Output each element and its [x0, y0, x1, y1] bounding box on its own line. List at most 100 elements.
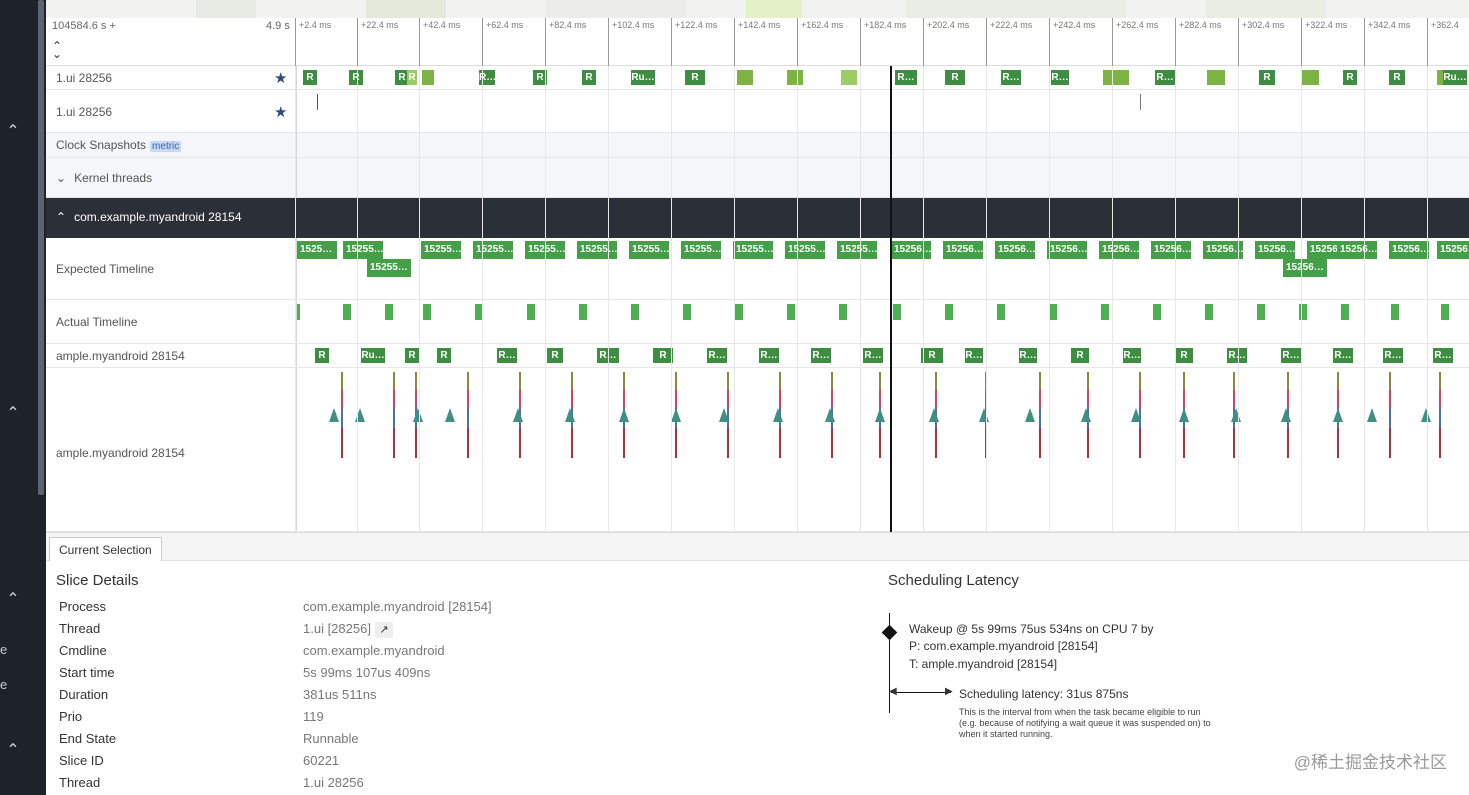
wakeup-arrow-icon[interactable]	[719, 408, 729, 422]
sched-state-mark[interactable]	[1337, 390, 1339, 408]
frame-slice[interactable]: 15256…	[995, 241, 1035, 259]
frame-slice[interactable]: 15256…	[943, 241, 983, 259]
group-kernel-threads[interactable]: ⌄ Kernel threads	[46, 158, 1469, 198]
sched-state-mark[interactable]	[1039, 372, 1041, 392]
sched-state-mark[interactable]	[1233, 428, 1235, 458]
sched-state-mark[interactable]	[935, 390, 937, 408]
sched-state-mark[interactable]	[1337, 372, 1339, 392]
sched-state-mark[interactable]	[1183, 372, 1185, 392]
sched-state-mark[interactable]	[393, 390, 395, 408]
frame-slice[interactable]: 15255…	[421, 241, 461, 259]
wakeup-thread[interactable]: T: ample.myandroid [28154]	[909, 657, 1057, 671]
sched-state-mark[interactable]	[467, 372, 469, 392]
frame-slice[interactable]: 15255…	[785, 241, 825, 259]
sched-state-mark[interactable]	[623, 390, 625, 408]
thread-slice[interactable]: R	[653, 348, 673, 363]
sched-state-mark[interactable]	[779, 390, 781, 408]
sched-state-mark[interactable]	[1039, 390, 1041, 408]
wakeup-process[interactable]: P: com.example.myandroid [28154]	[909, 639, 1098, 653]
thread-slice[interactable]: R…	[1155, 70, 1175, 85]
actual-frame-block[interactable]	[787, 304, 795, 320]
thread-slice[interactable]: R	[407, 70, 417, 85]
sched-state-mark[interactable]	[1337, 428, 1339, 458]
frame-slice[interactable]: 15256…	[1255, 241, 1295, 259]
sched-state-mark[interactable]	[1389, 390, 1391, 408]
sched-state-mark[interactable]	[831, 372, 833, 392]
sched-state-mark[interactable]	[727, 390, 729, 408]
track-ui-thread-state[interactable]: 1.ui 28256 ★	[46, 90, 1469, 133]
thread-slice[interactable]: R…	[759, 348, 779, 363]
collapse-all-icon[interactable]: ⌃ ⌄	[52, 40, 62, 60]
wakeup-arrow-icon[interactable]	[979, 408, 989, 422]
frame-slice[interactable]: 15256…	[1099, 241, 1139, 259]
chevron-up-icon[interactable]: ⌃	[56, 210, 66, 224]
thread-slice[interactable]: R	[921, 348, 943, 363]
wakeup-arrow-icon[interactable]	[671, 408, 681, 422]
actual-frame-block[interactable]	[1101, 304, 1109, 320]
sched-state-mark[interactable]	[1183, 428, 1185, 458]
wakeup-arrow-icon[interactable]	[825, 408, 835, 422]
thread-slice[interactable]: R	[533, 70, 547, 85]
actual-frame-block[interactable]	[945, 304, 953, 320]
actual-frame-block[interactable]	[1441, 304, 1449, 320]
thread-slice[interactable]: R	[547, 348, 563, 363]
thread-slice[interactable]: R	[349, 70, 363, 85]
chevron-up-icon[interactable]: ⌃	[5, 743, 21, 759]
actual-frame-block[interactable]	[839, 304, 847, 320]
detail-value[interactable]: 1.ui [28256] ↗	[303, 621, 393, 638]
sched-state-mark[interactable]	[727, 372, 729, 392]
thread-slice[interactable]: R	[945, 70, 965, 85]
track-expected-timeline[interactable]: Expected Timeline 1525… 15255… 15255… 15255…	[46, 238, 1469, 300]
wakeup-arrow-icon[interactable]	[355, 408, 365, 422]
sched-state-mark[interactable]	[415, 372, 417, 392]
actual-frame-block[interactable]	[997, 304, 1005, 320]
sched-state-mark[interactable]	[623, 372, 625, 392]
actual-frame-block[interactable]	[735, 304, 743, 320]
sched-state-mark[interactable]	[985, 372, 987, 392]
actual-frame-block[interactable]	[297, 304, 300, 320]
thread-slice[interactable]	[422, 70, 434, 85]
sched-state-mark[interactable]	[675, 428, 677, 458]
thread-slice[interactable]: R…	[1019, 348, 1037, 363]
sched-state-mark[interactable]	[1183, 390, 1185, 408]
sched-state-mark[interactable]	[519, 372, 521, 392]
thread-slice[interactable]: Ru…	[631, 70, 655, 85]
sched-state-mark[interactable]	[1439, 408, 1441, 428]
sched-state-mark[interactable]	[415, 390, 417, 408]
wakeup-arrow-icon[interactable]	[1081, 408, 1091, 422]
sched-state-mark[interactable]	[1287, 390, 1289, 408]
timeline-overview[interactable]	[46, 0, 1469, 18]
thread-slice[interactable]	[1207, 70, 1225, 85]
thread-slice[interactable]: R	[1071, 348, 1089, 363]
frame-slice[interactable]: 15255…	[473, 241, 513, 259]
frame-slice[interactable]: 15256…	[1283, 259, 1327, 277]
frame-slice[interactable]: 15255…	[733, 241, 773, 259]
sched-state-mark[interactable]	[831, 428, 833, 458]
frame-slice[interactable]: 15256…	[1337, 241, 1377, 259]
chevron-up-icon[interactable]: ⌃	[5, 406, 21, 422]
sched-state-mark[interactable]	[1439, 390, 1441, 408]
thread-slice[interactable]: R	[315, 348, 329, 363]
actual-frame-block[interactable]	[1341, 304, 1349, 320]
sched-state-mark[interactable]	[1287, 428, 1289, 458]
track-actual-timeline[interactable]: Actual Timeline	[46, 300, 1469, 344]
sched-state-mark[interactable]	[935, 372, 937, 392]
frame-slice[interactable]: 15255…	[525, 241, 565, 259]
wakeup-arrow-icon[interactable]	[773, 408, 783, 422]
pin-star-icon[interactable]: ★	[274, 69, 287, 87]
frame-slice[interactable]: 15256…	[1151, 241, 1191, 259]
sched-state-mark[interactable]	[1389, 428, 1391, 458]
thread-slice[interactable]: R	[405, 348, 419, 363]
sched-state-mark[interactable]	[879, 428, 881, 458]
sched-state-mark[interactable]	[571, 372, 573, 392]
frame-slice[interactable]: 15256…	[1047, 241, 1087, 259]
thread-slice[interactable]: Ru…	[1443, 70, 1467, 85]
sched-state-mark[interactable]	[1389, 372, 1391, 392]
thread-slice[interactable]: R…	[1051, 70, 1069, 85]
thread-slice[interactable]: R	[1259, 70, 1275, 85]
actual-frame-block[interactable]	[1299, 304, 1307, 320]
sched-state-mark[interactable]	[727, 428, 729, 458]
sched-state-mark[interactable]	[1139, 372, 1141, 392]
sched-state-mark[interactable]	[1139, 390, 1141, 408]
selection-cursor[interactable]	[890, 66, 892, 532]
